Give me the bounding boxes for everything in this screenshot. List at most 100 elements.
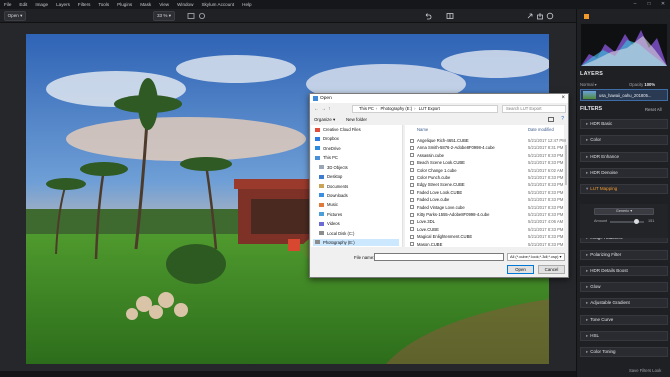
nav-item-desktop[interactable]: Desktop (319, 173, 342, 180)
hand-tool-icon[interactable] (198, 12, 206, 20)
lut-amount-slider-handle[interactable] (634, 219, 639, 224)
file-name: Mason.CUBE (417, 241, 443, 247)
back-arrow-icon[interactable]: ← (314, 106, 321, 112)
file-row[interactable]: Magical Enlightenment.CUBE 5/21/2017 8:33… (407, 233, 565, 240)
file-name: Love.CUBE (417, 226, 439, 232)
filter-adjustable-gradient[interactable]: ▸ Adjustable Gradient (580, 298, 668, 309)
folder-icon (319, 221, 324, 226)
file-row[interactable]: Love.CUBE 5/21/2017 8:33 PM (407, 226, 565, 233)
nav-item-music[interactable]: Music (319, 201, 338, 208)
filter-lut-mapping[interactable]: ▾ LUT Mapping (580, 184, 668, 195)
filter-tone-curve[interactable]: ▸ Tone Curve (580, 314, 668, 325)
menu-image[interactable]: Image (35, 2, 48, 7)
filter-label: Glow (590, 284, 601, 290)
minimize-button[interactable]: – (628, 0, 642, 9)
file-row[interactable]: Love.3DL 5/21/2017 4:06 AM (407, 218, 565, 225)
file-name: Edgy Street Scene.CUBE (417, 182, 465, 188)
maximize-button[interactable]: □ (642, 0, 656, 9)
file-row[interactable]: Edgy Street Scene.CUBE 5/21/2017 8:33 PM (407, 181, 565, 188)
fit-screen-icon[interactable] (187, 12, 195, 20)
save-filters-look-button[interactable]: Save Filters Look (629, 368, 661, 373)
breadcrumb-lut-export[interactable]: LUT Export (419, 106, 440, 111)
filter-hdr-denoise[interactable]: ▸ HDR Denoise (580, 167, 668, 178)
layer-item[interactable]: usa_hawaii_oahu_201805... (580, 89, 668, 101)
new-folder-button[interactable]: New folder (346, 115, 367, 124)
nav-item-photography-e-[interactable]: Photography (E:) (313, 238, 399, 246)
menu-layers[interactable]: Layers (56, 2, 70, 7)
nav-item-3d-objects[interactable]: 3D Objects (319, 164, 348, 171)
organize-button[interactable]: Organize ▾ (314, 115, 335, 124)
blend-mode-select[interactable]: Normal ▾ (580, 82, 597, 87)
filter-polarizing-filter[interactable]: ▸ Polarizing Filter (580, 249, 668, 260)
reset-all-button[interactable]: Reset All (645, 107, 662, 112)
file-row[interactable]: Color Change 1.cube 5/21/2017 6:02 AM (407, 167, 565, 174)
menu-help[interactable]: Help (242, 2, 251, 7)
menu-tools[interactable]: Tools (98, 2, 109, 7)
nav-item-this-pc[interactable]: This PC (315, 154, 338, 161)
scrollbar-thumb[interactable] (565, 145, 567, 185)
share-icon[interactable] (526, 12, 534, 20)
nav-item-documents[interactable]: Documents (319, 183, 348, 190)
nav-item-local-disk-c-[interactable]: Local Disk (C:) (319, 230, 354, 237)
view-options-icon[interactable] (548, 117, 554, 122)
menu-view[interactable]: View (159, 2, 169, 7)
file-row[interactable]: Anna Smith-5876-2-Adobe8F0998-4.cube 5/21… (407, 144, 565, 151)
file-row[interactable]: Faded Vintage Love.cube 5/21/2017 8:33 PM (407, 204, 565, 211)
menu-skylum-account[interactable]: Skylum Account (201, 2, 234, 7)
filter-color-toning[interactable]: ▸ Color Toning (580, 347, 668, 358)
breadcrumb-photography[interactable]: Photography (E:) (380, 106, 412, 111)
filter-color[interactable]: ▸ Color (580, 135, 668, 146)
menu-mask[interactable]: Mask (140, 2, 151, 7)
menu-window[interactable]: Window (177, 2, 193, 7)
close-icon[interactable]: × (561, 94, 565, 103)
nav-item-dropbox[interactable]: Dropbox (315, 135, 339, 142)
nav-item-videos[interactable]: Videos (319, 220, 340, 227)
file-row[interactable]: Faded Love Look.CUBE 5/21/2017 8:33 PM (407, 189, 565, 196)
file-type-select[interactable]: All (*.cube;*.look;*.3dl;*.csp) ▾ (507, 253, 565, 261)
search-input[interactable]: Search LUT Export (502, 105, 566, 113)
undo-icon[interactable] (424, 12, 432, 20)
up-arrow-icon[interactable]: ↑ (328, 106, 333, 112)
nav-item-downloads[interactable]: Downloads (319, 192, 348, 199)
menu-file[interactable]: File (4, 2, 11, 7)
breadcrumb-this-pc[interactable]: This PC (359, 106, 374, 111)
file-row[interactable]: Angelique Rich-4651.CUBE 5/21/2017 12:47 … (407, 137, 566, 144)
layers-icon[interactable] (583, 13, 590, 20)
zoom-dropdown[interactable]: 33 % ▾ (153, 11, 175, 21)
column-name-header[interactable]: Name (417, 127, 428, 132)
filter-glow[interactable]: ▸ Glow (580, 282, 668, 293)
menu-filters[interactable]: Filters (78, 2, 91, 7)
nav-item-creative-cloud-files[interactable]: Creative Cloud Files (315, 126, 361, 133)
forward-arrow-icon[interactable]: → (321, 106, 328, 112)
file-row[interactable]: Mason.CUBE 5/21/2017 8:33 PM (407, 241, 565, 248)
cancel-button[interactable]: Cancel (538, 265, 565, 274)
file-row[interactable]: Beach Scene Look.CUBE 5/21/2017 8:33 PM (407, 159, 565, 166)
nav-item-label: Local Disk (C:) (327, 230, 355, 236)
filter-hdr-enhance[interactable]: ▸ HDR Enhance (580, 151, 668, 162)
file-row[interactable]: Kitty Parks-1555-Adobe8F0998-4.cube 5/21/… (407, 211, 565, 218)
filter-hsl[interactable]: ▸ HSL (580, 331, 668, 341)
file-row[interactable]: Color Punch.cube 5/21/2017 8:33 PM (407, 174, 565, 181)
nav-item-pictures[interactable]: Pictures (319, 211, 342, 218)
menu-plugins[interactable]: Plugins (117, 2, 132, 7)
open-button[interactable]: Open ▾ (4, 11, 26, 21)
file-row[interactable]: Assassin.cube 5/21/2017 8:33 PM (407, 152, 565, 159)
column-date-header[interactable]: Date modified (528, 127, 554, 132)
lut-dropdown[interactable]: Generic ▾ (594, 208, 654, 215)
filter-hdr-basic[interactable]: ▸ HDR Basic (580, 119, 668, 129)
file-row[interactable]: Faded Love.cube 5/21/2017 8:33 PM (407, 196, 565, 203)
nav-item-onedrive[interactable]: OneDrive (315, 145, 341, 152)
help-icon[interactable]: ? (561, 116, 564, 123)
menu-edit[interactable]: Edit (19, 2, 27, 7)
file-name: Anna Smith-5876-2-Adobe8F0998-4.cube (417, 145, 495, 151)
info-icon[interactable] (546, 12, 554, 20)
nav-item-label: OneDrive (323, 145, 341, 151)
close-window-button[interactable]: ✕ (656, 0, 670, 9)
compare-icon[interactable] (446, 12, 454, 20)
filter-hdr-details-boost[interactable]: ▸ HDR Details Boost (580, 265, 668, 276)
export-icon[interactable] (536, 12, 544, 20)
opacity-control[interactable]: Opacity 100% (629, 82, 655, 87)
address-bar[interactable]: This PC › Photography (E:) › LUT Export (352, 105, 498, 113)
open-file-button[interactable]: Open (507, 265, 534, 274)
file-name-input[interactable] (374, 253, 504, 261)
